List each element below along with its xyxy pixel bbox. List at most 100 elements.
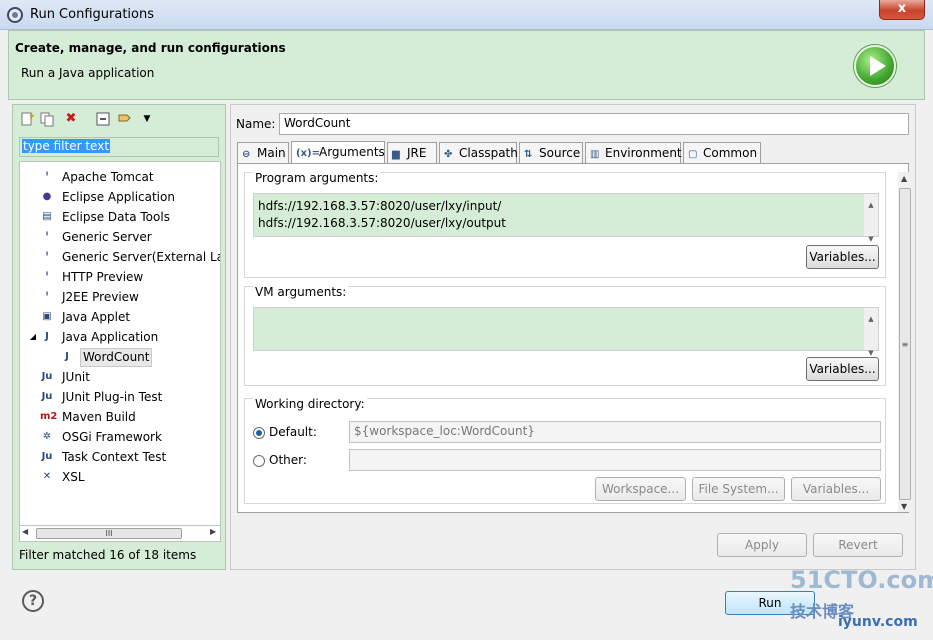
tree-item[interactable]: ᴵ Generic Server (20, 227, 220, 247)
config-type-icon: ▤ (42, 211, 52, 222)
tree-item[interactable]: m2 Maven Build (20, 407, 220, 427)
tree-item-label: Generic Server(External Lau (62, 250, 221, 264)
tree-item[interactable]: ▣ Java Applet (20, 307, 220, 327)
tab-icon: (x)= (296, 148, 320, 159)
chevron-down-icon[interactable]: ▼ (139, 111, 155, 127)
tree-item[interactable]: ᴵ HTTP Preview (20, 267, 220, 287)
delete-icon[interactable]: ✖ (63, 111, 79, 127)
file-system-button[interactable]: File System... (692, 477, 785, 501)
tree-item-label: OSGi Framework (62, 430, 162, 444)
configuration-tree[interactable]: ᴵ Apache Tomcat ● Eclipse Application ▤ Eclip… (19, 161, 221, 527)
tree-item[interactable]: ✲ OSGi Framework (20, 427, 220, 447)
config-type-icon: ᴵ (45, 251, 49, 262)
program-args-line: hdfs://192.168.3.57:8020/user/lxy/input/ (258, 199, 502, 213)
vertical-scrollbar[interactable]: ▲ ≡ ▼ (898, 172, 912, 512)
scroll-left-icon[interactable]: ◀ (22, 527, 28, 536)
tree-item[interactable]: ᴵ Generic Server(External Lau (20, 247, 220, 267)
scroll-up-icon[interactable]: ▲ (864, 311, 878, 328)
filter-status: Filter matched 16 of 18 items (19, 548, 197, 562)
tree-item-label: Task Context Test (62, 450, 167, 464)
tab-main[interactable]: ⊖ Main (237, 142, 289, 164)
tab-jre[interactable]: ▆ JRE (387, 142, 437, 164)
other-label: Other: (269, 453, 307, 467)
tree-item[interactable]: ◢ J Java Application (20, 327, 220, 347)
config-type-icon: ᴵ (45, 171, 49, 182)
default-directory-field: ${workspace_loc:WordCount} (349, 421, 881, 443)
program-arguments-input[interactable]: hdfs://192.168.3.57:8020/user/lxy/input/… (253, 193, 879, 243)
name-label: Name: (236, 117, 276, 131)
textarea-scrollbar[interactable]: ▲ ▼ (864, 194, 878, 243)
expand-toggle-icon[interactable]: ◢ (26, 330, 40, 344)
watermark-site: iyunv.com (838, 614, 918, 630)
scroll-up-icon[interactable]: ▲ (901, 174, 907, 183)
tab-source[interactable]: ⇅ Source (519, 142, 583, 164)
default-radio[interactable] (253, 427, 265, 439)
vm-arguments-input[interactable]: ▲ ▼ (253, 307, 879, 357)
tab-arguments[interactable]: (x)=Arguments (291, 141, 385, 164)
scroll-down-icon[interactable]: ▼ (901, 502, 907, 511)
scroll-thumb[interactable]: ≡ (899, 188, 911, 500)
tab-label: JRE (407, 146, 427, 160)
config-type-icon: Ju (41, 371, 53, 382)
config-type-icon: ᴵ (45, 291, 49, 302)
new-launch-icon[interactable]: ✦ (19, 111, 36, 127)
scroll-right-icon[interactable]: ▶ (210, 527, 216, 536)
tab-label: Environment (605, 146, 682, 160)
filter-icon[interactable] (117, 111, 133, 127)
eclipse-icon (7, 7, 23, 23)
name-input[interactable]: WordCount (279, 113, 909, 135)
config-type-icon: ● (42, 191, 52, 202)
vm-variables-button[interactable]: Variables... (806, 357, 879, 381)
tree-item[interactable]: ▤ Eclipse Data Tools (20, 207, 220, 227)
horizontal-scrollbar[interactable]: ◀ III ▶ (19, 525, 221, 542)
other-directory-field[interactable] (349, 449, 881, 471)
close-button[interactable]: x (879, 0, 925, 20)
tree-item-label: Java Application (62, 330, 159, 344)
dialog-header: Create, manage, and run configurations R… (8, 30, 925, 100)
tree-item[interactable]: Ju Task Context Test (20, 447, 220, 467)
tree-item[interactable]: Ju JUnit Plug-in Test (20, 387, 220, 407)
tab-bar: ⊖ Main (x)=Arguments ▆ JRE ✤ Classpath ⇅ Source ▥… (237, 141, 909, 164)
tree-item[interactable]: ● Eclipse Application (20, 187, 220, 207)
run-icon (854, 45, 896, 87)
tree-item[interactable]: ᴵ J2EE Preview (20, 287, 220, 307)
tab-label: Arguments (319, 145, 385, 159)
tree-item[interactable]: Ju JUnit (20, 367, 220, 387)
watermark-logo: 51CTO.com (790, 566, 933, 594)
textarea-scrollbar[interactable]: ▲ ▼ (864, 308, 878, 357)
revert-button[interactable]: Revert (813, 533, 903, 557)
working-directory-label: Working directory: (253, 397, 367, 411)
collapse-all-icon[interactable] (95, 111, 111, 127)
other-radio[interactable] (253, 455, 265, 467)
tab-label: Classpath (459, 146, 518, 160)
tree-item[interactable]: J WordCount (20, 347, 220, 367)
tree-item-label: Maven Build (62, 410, 136, 424)
config-type-icon: J (45, 331, 49, 342)
scroll-thumb[interactable]: III (36, 528, 182, 539)
vm-arguments-label: VM arguments: (253, 285, 349, 299)
config-type-icon: ▣ (42, 311, 52, 322)
workspace-button[interactable]: Workspace... (595, 477, 686, 501)
help-icon[interactable]: ? (22, 590, 44, 612)
tree-item[interactable]: ✕ XSL (20, 467, 220, 487)
duplicate-icon[interactable] (39, 111, 55, 127)
tree-item-label: WordCount (80, 348, 153, 367)
tree-item-label: Eclipse Application (62, 190, 175, 204)
filter-input[interactable]: type filter text (19, 137, 219, 157)
working-variables-button[interactable]: Variables... (791, 477, 881, 501)
tree-item-label: J2EE Preview (62, 290, 139, 304)
program-variables-button[interactable]: Variables... (806, 245, 879, 269)
program-arguments-label: Program arguments: (253, 171, 381, 185)
tab-common[interactable]: ▢ Common (683, 142, 761, 164)
configuration-editor: Name: WordCount ⊖ Main (x)=Arguments ▆ JRE ✤ C… (230, 104, 916, 570)
tab-environment[interactable]: ▥ Environment (585, 142, 682, 164)
config-type-icon: ᴵ (45, 271, 49, 282)
tree-item[interactable]: ᴵ Apache Tomcat (20, 167, 220, 187)
tab-label: Main (257, 146, 286, 160)
config-type-icon: ✕ (42, 471, 52, 482)
tab-classpath[interactable]: ✤ Classpath (439, 142, 518, 164)
tab-icon: ✤ (444, 149, 453, 160)
apply-button[interactable]: Apply (717, 533, 807, 557)
tab-icon: ▥ (590, 149, 600, 160)
scroll-up-icon[interactable]: ▲ (864, 197, 878, 214)
